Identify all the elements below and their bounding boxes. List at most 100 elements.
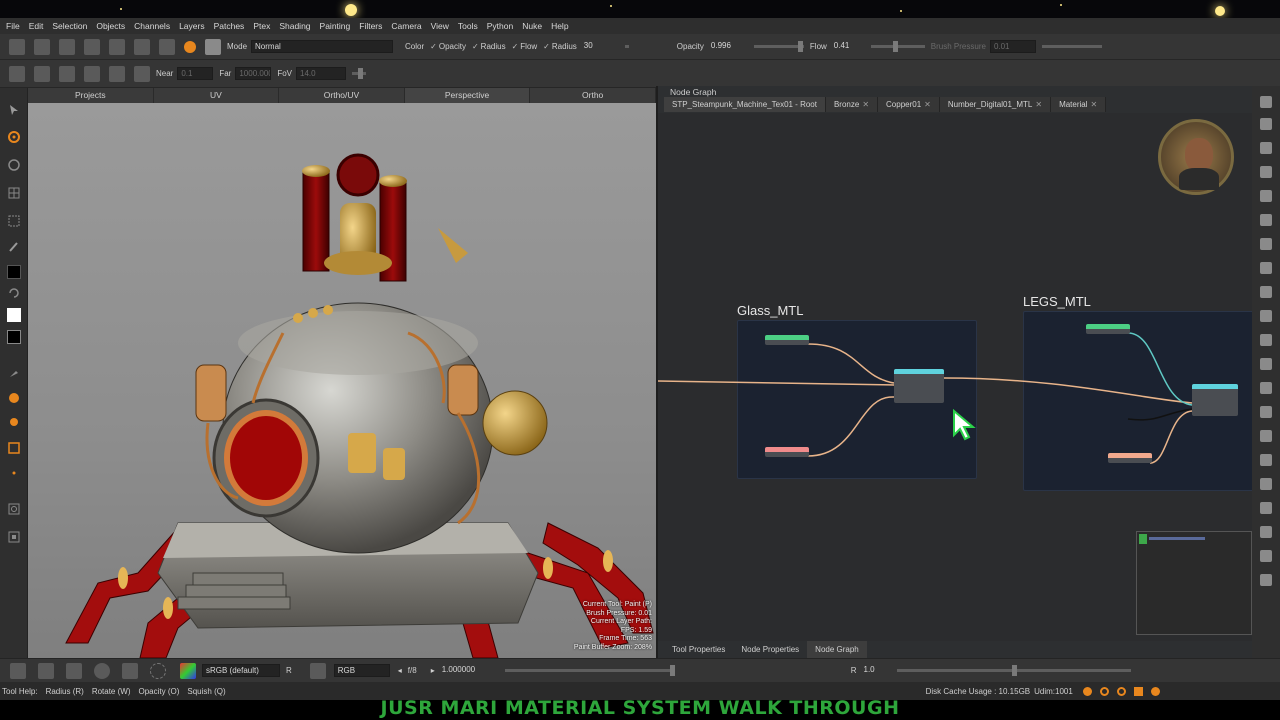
opacity-slider[interactable]	[753, 41, 804, 52]
status-ring-icon[interactable]	[1099, 686, 1109, 696]
orange-square-icon[interactable]	[7, 441, 21, 455]
brush-pressure-slider[interactable]	[1041, 45, 1102, 48]
swap-colors-icon[interactable]	[7, 286, 21, 300]
grid-tool-icon[interactable]	[7, 186, 21, 200]
orange-dot-icon[interactable]	[7, 415, 21, 429]
plane-icon[interactable]	[134, 65, 150, 82]
node-legs-material[interactable]	[1192, 384, 1238, 416]
radius-checkbox[interactable]: ✓	[472, 42, 479, 51]
exposure-field[interactable]: 1.000000	[439, 664, 499, 677]
prev-arrow-icon[interactable]: ◂	[398, 666, 402, 675]
stamp-icon[interactable]	[134, 38, 150, 55]
tab-projects[interactable]: Projects	[28, 88, 154, 103]
move-icon[interactable]	[38, 662, 54, 679]
open-icon[interactable]	[34, 38, 50, 55]
flower-icon[interactable]	[1260, 142, 1272, 154]
menu-painting[interactable]: Painting	[320, 21, 351, 31]
camera-icon[interactable]	[159, 38, 175, 55]
flow-checkbox[interactable]: ✓	[512, 42, 519, 51]
background-color-swatch[interactable]	[7, 308, 21, 322]
eyedropper-icon[interactable]	[7, 366, 21, 380]
r2-slider[interactable]	[896, 665, 1131, 676]
flag-icon[interactable]	[109, 65, 125, 82]
radius-value-checkbox[interactable]: ✓	[543, 42, 550, 51]
tab-ortho-uv[interactable]: Ortho/UV	[279, 88, 405, 103]
brush-tip-icon[interactable]	[205, 38, 221, 55]
close-icon[interactable]: ✕	[924, 100, 931, 109]
fov-field[interactable]: 14.0	[296, 67, 347, 80]
reset-colors-icon[interactable]	[7, 330, 21, 344]
shelf-icon[interactable]	[1260, 96, 1272, 108]
node-glass-material[interactable]	[894, 369, 944, 403]
foreground-color-swatch[interactable]	[7, 265, 21, 279]
menu-camera[interactable]: Camera	[391, 21, 421, 31]
down-arrow-icon[interactable]	[66, 662, 82, 679]
frame-icon[interactable]	[34, 65, 50, 82]
brush-panel-icon[interactable]	[1260, 358, 1272, 370]
node-glass-input[interactable]	[765, 335, 809, 345]
menu-shading[interactable]: Shading	[279, 21, 310, 31]
menu-objects[interactable]: Objects	[96, 21, 125, 31]
menu-patches[interactable]: Patches	[214, 21, 245, 31]
image-icon[interactable]	[1260, 190, 1272, 202]
sliders-icon[interactable]	[1260, 310, 1272, 322]
select-arrow-icon[interactable]	[7, 103, 21, 117]
nodes-icon[interactable]	[1260, 574, 1272, 586]
orange-sphere-icon[interactable]	[7, 391, 21, 405]
tab-root[interactable]: STP_Steampunk_Machine_Tex01 - Root	[664, 97, 826, 112]
menu-nuke[interactable]: Nuke	[522, 21, 542, 31]
opacity-checkbox[interactable]: ✓	[430, 42, 437, 51]
shape-icon[interactable]	[84, 65, 100, 82]
gear-icon[interactable]	[1260, 430, 1272, 442]
circle-icon[interactable]	[7, 158, 21, 172]
colorspace-select[interactable]: sRGB (default)	[202, 664, 280, 677]
close-icon[interactable]: ✕	[1091, 100, 1098, 109]
status-ring2-icon[interactable]	[1116, 686, 1126, 696]
bulb-icon[interactable]	[1260, 238, 1272, 250]
tab-perspective[interactable]: Perspective	[404, 88, 531, 103]
menu-layers[interactable]: Layers	[179, 21, 205, 31]
tab-uv[interactable]: UV	[154, 88, 280, 103]
palette-icon[interactable]	[1260, 334, 1272, 346]
channels-icon[interactable]	[1260, 286, 1272, 298]
ptex-icon[interactable]	[1260, 550, 1272, 562]
near-field[interactable]: 0.1	[177, 67, 214, 80]
next-arrow-icon[interactable]: ▸	[431, 666, 435, 675]
menu-channels[interactable]: Channels	[134, 21, 170, 31]
snake-icon[interactable]	[1260, 262, 1272, 274]
status-orange-icon[interactable]	[1082, 686, 1092, 696]
shader-icon[interactable]	[1260, 406, 1272, 418]
radius-slider[interactable]	[624, 45, 629, 48]
status-dot-icon[interactable]	[1150, 686, 1160, 696]
color-wheel-icon[interactable]	[180, 662, 196, 679]
layer-icon[interactable]	[7, 530, 21, 544]
tab-number-digital[interactable]: Number_Digital01_MTL ✕	[939, 97, 1052, 112]
status-square-icon[interactable]	[1133, 686, 1143, 696]
menu-python[interactable]: Python	[487, 21, 513, 31]
node-graph-minimap[interactable]	[1136, 531, 1252, 635]
view-cube-icon[interactable]	[9, 65, 25, 82]
projection-icon[interactable]	[7, 502, 21, 516]
menu-help[interactable]: Help	[551, 21, 568, 31]
close-icon[interactable]: ✕	[1035, 100, 1042, 109]
channels-select[interactable]: RGB	[333, 664, 390, 677]
history-icon[interactable]	[1260, 166, 1272, 178]
r2-field[interactable]: 1.0	[861, 664, 891, 677]
menu-file[interactable]: File	[6, 21, 20, 31]
mode-select[interactable]: Normal	[251, 40, 394, 53]
snapshot-icon[interactable]	[1260, 526, 1272, 538]
menu-tools[interactable]: Tools	[458, 21, 478, 31]
tab-material[interactable]: Material ✕	[1051, 97, 1107, 112]
radius-field[interactable]: 30	[581, 40, 619, 53]
undo-icon[interactable]	[10, 662, 26, 679]
marquee-icon[interactable]	[7, 214, 21, 228]
tab-copper01[interactable]: Copper01 ✕	[878, 97, 940, 112]
node-legs-input[interactable]	[1086, 324, 1130, 334]
info-icon[interactable]	[1260, 478, 1272, 490]
opacity-field[interactable]: 0.996	[708, 40, 748, 53]
menu-edit[interactable]: Edit	[29, 21, 44, 31]
node-glass-color[interactable]	[765, 447, 809, 457]
table-icon[interactable]	[1260, 454, 1272, 466]
tab-node-properties[interactable]: Node Properties	[733, 641, 807, 658]
brush-target-icon[interactable]	[184, 40, 196, 53]
